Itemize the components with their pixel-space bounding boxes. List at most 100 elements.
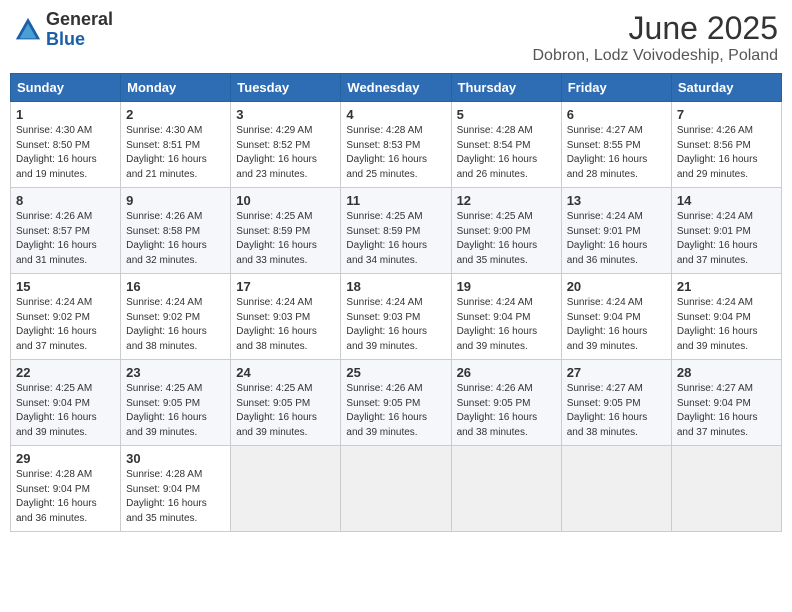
day-info: Sunrise: 4:26 AM Sunset: 9:05 PM Dayligh…: [457, 382, 556, 440]
calendar-week-row: 1Sunrise: 4:30 AM Sunset: 8:50 PM Daylig…: [11, 102, 782, 188]
calendar-cell: 13 Sunrise: 4:24 AM Sunset: 9:01 PM Dayli…: [561, 188, 671, 274]
calendar-cell: 23 Sunrise: 4:25 AM Sunset: 9:05 PM Dayli…: [121, 360, 231, 446]
day-number: 13: [567, 193, 666, 208]
day-number: 22: [16, 365, 115, 380]
calendar-week-row: 29 Sunrise: 4:28 AM Sunset: 9:04 PM Dayli…: [11, 446, 782, 532]
location-subtitle: Dobron, Lodz Voivodeship, Poland: [532, 47, 778, 65]
day-number: 25: [346, 365, 445, 380]
day-info: Sunrise: 4:30 AM Sunset: 8:51 PM Dayligh…: [126, 124, 225, 182]
day-info: Sunrise: 4:24 AM Sunset: 9:02 PM Dayligh…: [16, 296, 115, 354]
calendar-cell: 28Sunrise: 4:27 AM Sunset: 9:04 PM Dayli…: [671, 360, 781, 446]
day-number: 17: [236, 279, 335, 294]
day-number: 20: [567, 279, 666, 294]
day-number: 11: [346, 193, 445, 208]
day-number: 12: [457, 193, 556, 208]
title-area: June 2025 Dobron, Lodz Voivodeship, Pola…: [532, 10, 778, 65]
day-info: Sunrise: 4:24 AM Sunset: 9:01 PM Dayligh…: [567, 210, 666, 268]
calendar-cell: 27 Sunrise: 4:27 AM Sunset: 9:05 PM Dayli…: [561, 360, 671, 446]
day-info: Sunrise: 4:25 AM Sunset: 9:05 PM Dayligh…: [126, 382, 225, 440]
day-number: 30: [126, 451, 225, 466]
weekday-header: Wednesday: [341, 74, 451, 102]
calendar-cell: [231, 446, 341, 532]
day-info: Sunrise: 4:25 AM Sunset: 9:05 PM Dayligh…: [236, 382, 335, 440]
day-info: Sunrise: 4:27 AM Sunset: 8:55 PM Dayligh…: [567, 124, 666, 182]
calendar-cell: 2 Sunrise: 4:30 AM Sunset: 8:51 PM Daylig…: [121, 102, 231, 188]
day-info: Sunrise: 4:26 AM Sunset: 8:56 PM Dayligh…: [677, 124, 776, 182]
day-number: 29: [16, 451, 115, 466]
day-number: 14: [677, 193, 776, 208]
day-info: Sunrise: 4:26 AM Sunset: 8:58 PM Dayligh…: [126, 210, 225, 268]
logo-icon: [14, 16, 42, 44]
calendar-cell: 20 Sunrise: 4:24 AM Sunset: 9:04 PM Dayli…: [561, 274, 671, 360]
month-year-title: June 2025: [532, 10, 778, 47]
day-number: 9: [126, 193, 225, 208]
weekday-header: Friday: [561, 74, 671, 102]
day-info: Sunrise: 4:24 AM Sunset: 9:03 PM Dayligh…: [236, 296, 335, 354]
day-number: 2: [126, 107, 225, 122]
logo: General Blue: [14, 10, 113, 50]
weekday-header: Saturday: [671, 74, 781, 102]
day-info: Sunrise: 4:26 AM Sunset: 8:57 PM Dayligh…: [16, 210, 115, 268]
day-info: Sunrise: 4:25 AM Sunset: 8:59 PM Dayligh…: [346, 210, 445, 268]
calendar-cell: 17 Sunrise: 4:24 AM Sunset: 9:03 PM Dayli…: [231, 274, 341, 360]
calendar-cell: 6 Sunrise: 4:27 AM Sunset: 8:55 PM Daylig…: [561, 102, 671, 188]
calendar-cell: [671, 446, 781, 532]
day-number: 19: [457, 279, 556, 294]
calendar-cell: 1Sunrise: 4:30 AM Sunset: 8:50 PM Daylig…: [11, 102, 121, 188]
calendar-cell: 25Sunrise: 4:26 AM Sunset: 9:05 PM Dayli…: [341, 360, 451, 446]
day-number: 28: [677, 365, 776, 380]
calendar-cell: [451, 446, 561, 532]
day-info: Sunrise: 4:24 AM Sunset: 9:02 PM Dayligh…: [126, 296, 225, 354]
day-number: 18: [346, 279, 445, 294]
day-info: Sunrise: 4:24 AM Sunset: 9:04 PM Dayligh…: [457, 296, 556, 354]
weekday-header: Thursday: [451, 74, 561, 102]
day-info: Sunrise: 4:27 AM Sunset: 9:05 PM Dayligh…: [567, 382, 666, 440]
day-number: 23: [126, 365, 225, 380]
calendar-cell: 3Sunrise: 4:29 AM Sunset: 8:52 PM Daylig…: [231, 102, 341, 188]
calendar-cell: [561, 446, 671, 532]
weekday-header: Sunday: [11, 74, 121, 102]
day-info: Sunrise: 4:24 AM Sunset: 9:01 PM Dayligh…: [677, 210, 776, 268]
day-info: Sunrise: 4:25 AM Sunset: 9:04 PM Dayligh…: [16, 382, 115, 440]
calendar-cell: 30Sunrise: 4:28 AM Sunset: 9:04 PM Dayli…: [121, 446, 231, 532]
day-number: 4: [346, 107, 445, 122]
calendar-cell: 12Sunrise: 4:25 AM Sunset: 9:00 PM Dayli…: [451, 188, 561, 274]
calendar-cell: 29 Sunrise: 4:28 AM Sunset: 9:04 PM Dayli…: [11, 446, 121, 532]
day-number: 6: [567, 107, 666, 122]
calendar-cell: 22 Sunrise: 4:25 AM Sunset: 9:04 PM Dayli…: [11, 360, 121, 446]
calendar-cell: 5Sunrise: 4:28 AM Sunset: 8:54 PM Daylig…: [451, 102, 561, 188]
calendar-cell: 4 Sunrise: 4:28 AM Sunset: 8:53 PM Daylig…: [341, 102, 451, 188]
calendar-cell: 21 Sunrise: 4:24 AM Sunset: 9:04 PM Dayli…: [671, 274, 781, 360]
calendar-week-row: 8 Sunrise: 4:26 AM Sunset: 8:57 PM Daylig…: [11, 188, 782, 274]
day-number: 15: [16, 279, 115, 294]
day-info: Sunrise: 4:28 AM Sunset: 9:04 PM Dayligh…: [16, 468, 115, 526]
calendar-week-row: 22 Sunrise: 4:25 AM Sunset: 9:04 PM Dayli…: [11, 360, 782, 446]
calendar-table: SundayMondayTuesdayWednesdayThursdayFrid…: [10, 73, 782, 532]
day-info: Sunrise: 4:24 AM Sunset: 9:03 PM Dayligh…: [346, 296, 445, 354]
day-number: 27: [567, 365, 666, 380]
day-number: 21: [677, 279, 776, 294]
day-info: Sunrise: 4:28 AM Sunset: 8:54 PM Dayligh…: [457, 124, 556, 182]
day-info: Sunrise: 4:25 AM Sunset: 8:59 PM Dayligh…: [236, 210, 335, 268]
day-number: 16: [126, 279, 225, 294]
weekday-header: Tuesday: [231, 74, 341, 102]
weekday-header: Monday: [121, 74, 231, 102]
calendar-week-row: 15 Sunrise: 4:24 AM Sunset: 9:02 PM Dayli…: [11, 274, 782, 360]
day-number: 7: [677, 107, 776, 122]
calendar-cell: 7 Sunrise: 4:26 AM Sunset: 8:56 PM Daylig…: [671, 102, 781, 188]
logo-blue-text: Blue: [46, 29, 85, 49]
calendar-cell: 18 Sunrise: 4:24 AM Sunset: 9:03 PM Dayli…: [341, 274, 451, 360]
calendar-header-row: SundayMondayTuesdayWednesdayThursdayFrid…: [11, 74, 782, 102]
calendar-cell: 24Sunrise: 4:25 AM Sunset: 9:05 PM Dayli…: [231, 360, 341, 446]
calendar-cell: 15 Sunrise: 4:24 AM Sunset: 9:02 PM Dayli…: [11, 274, 121, 360]
day-number: 8: [16, 193, 115, 208]
day-info: Sunrise: 4:30 AM Sunset: 8:50 PM Dayligh…: [16, 124, 115, 182]
day-info: Sunrise: 4:24 AM Sunset: 9:04 PM Dayligh…: [567, 296, 666, 354]
calendar-cell: 26 Sunrise: 4:26 AM Sunset: 9:05 PM Dayli…: [451, 360, 561, 446]
day-info: Sunrise: 4:24 AM Sunset: 9:04 PM Dayligh…: [677, 296, 776, 354]
page-header: General Blue June 2025 Dobron, Lodz Voiv…: [10, 10, 782, 65]
calendar-cell: [341, 446, 451, 532]
day-number: 26: [457, 365, 556, 380]
day-number: 3: [236, 107, 335, 122]
day-info: Sunrise: 4:28 AM Sunset: 8:53 PM Dayligh…: [346, 124, 445, 182]
